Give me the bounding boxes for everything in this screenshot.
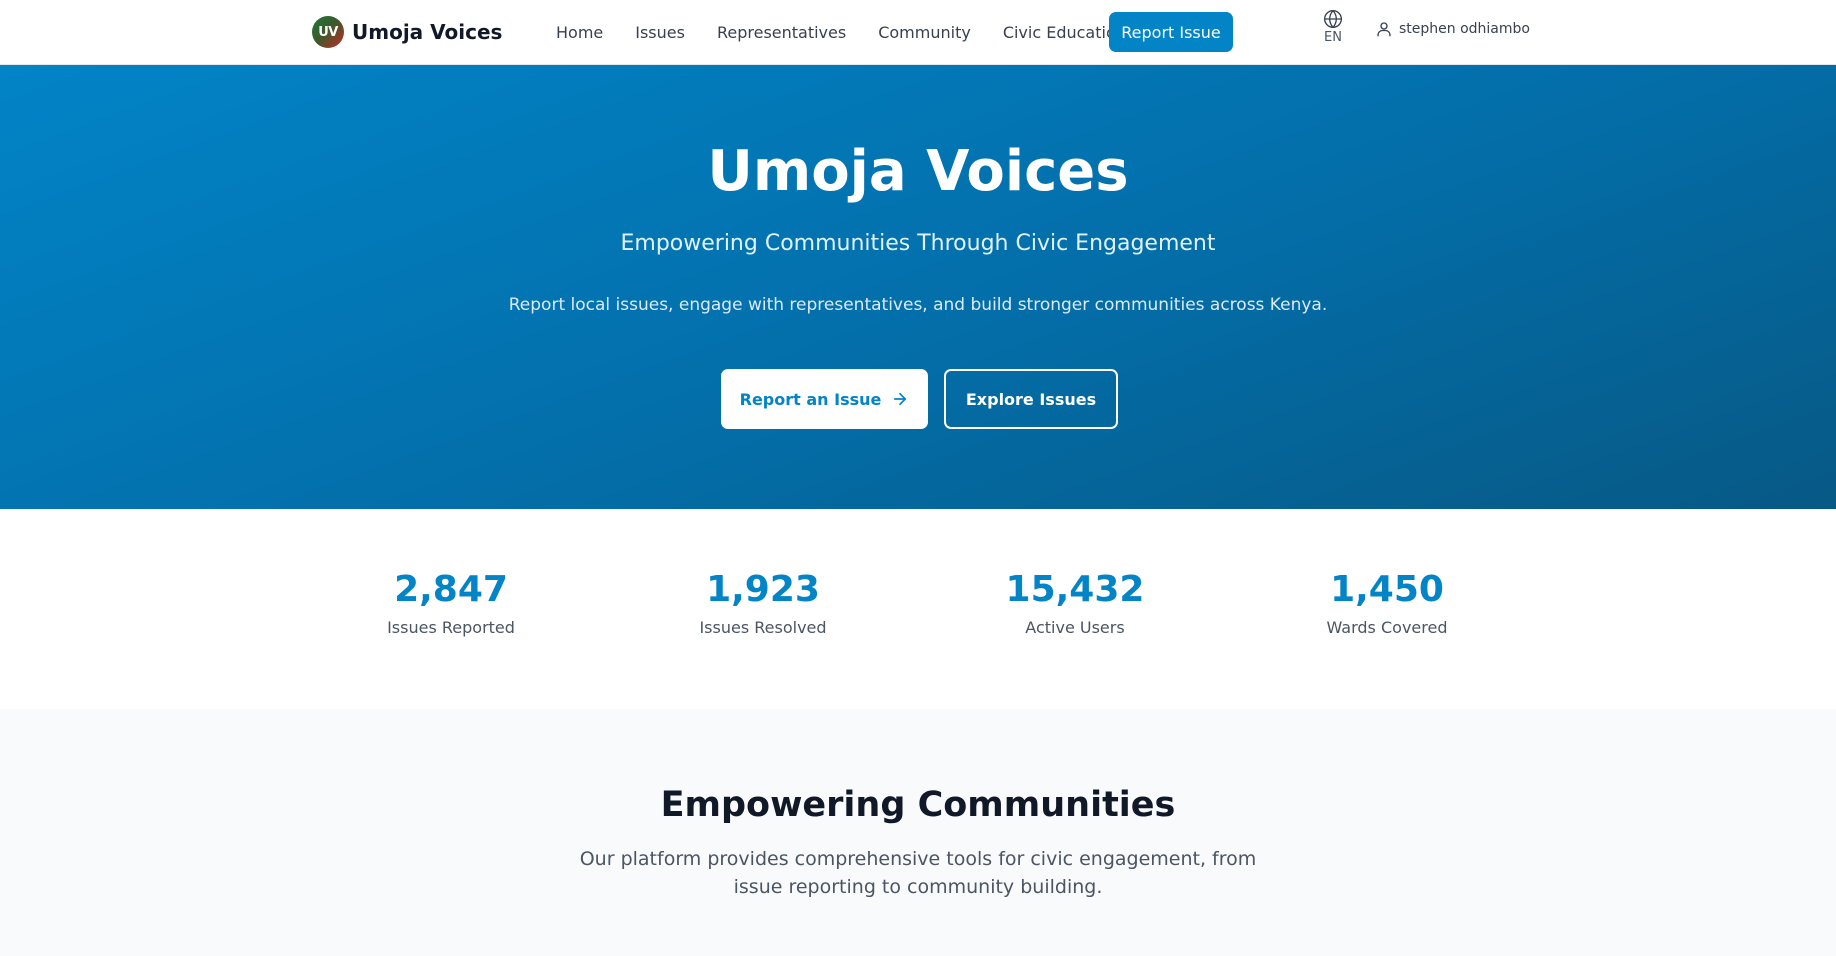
nav-civic-education[interactable]: Civic Education	[1003, 23, 1126, 42]
stat-active-users: 15,432 Active Users	[955, 569, 1195, 637]
stat-value: 1,923	[706, 569, 820, 610]
brand-logo-link[interactable]: UV Umoja Voices	[312, 16, 502, 48]
stat-label: Active Users	[1025, 618, 1125, 637]
report-an-issue-label: Report an Issue	[739, 389, 882, 409]
stat-issues-resolved: 1,923 Issues Resolved	[643, 569, 883, 637]
hero-title: Umoja Voices	[707, 139, 1129, 204]
user-name: stephen odhiambo	[1399, 21, 1530, 37]
report-issue-button[interactable]: Report Issue	[1109, 12, 1233, 52]
stat-label: Issues Reported	[387, 618, 515, 637]
stats-section: 2,847 Issues Reported 1,923 Issues Resol…	[0, 509, 1836, 709]
nav-home[interactable]: Home	[556, 23, 603, 42]
user-menu[interactable]: stephen odhiambo	[1375, 20, 1530, 38]
hero-section: Umoja Voices Empowering Communities Thro…	[0, 65, 1836, 509]
top-navigation-bar: UV Umoja Voices Home Issues Representati…	[0, 0, 1836, 65]
brand-name: Umoja Voices	[352, 20, 503, 44]
main-nav: Home Issues Representatives Community Ci…	[556, 0, 1126, 64]
features-title: Empowering Communities	[660, 785, 1176, 825]
user-icon	[1377, 22, 1391, 37]
stat-issues-reported: 2,847 Issues Reported	[331, 569, 571, 637]
nav-representatives[interactable]: Representatives	[717, 23, 846, 42]
stat-value: 15,432	[1005, 569, 1145, 610]
arrow-right-icon	[894, 392, 907, 406]
language-code: EN	[1324, 30, 1342, 45]
stat-value: 1,450	[1330, 569, 1444, 610]
language-selector[interactable]: EN	[1318, 9, 1348, 45]
nav-issues[interactable]: Issues	[635, 23, 685, 42]
stat-label: Issues Resolved	[699, 618, 827, 637]
stat-wards-covered: 1,450 Wards Covered	[1267, 569, 1507, 637]
features-description: Our platform provides comprehensive tool…	[579, 848, 1257, 898]
globe-icon	[1324, 10, 1342, 29]
nav-community[interactable]: Community	[878, 23, 971, 42]
logo-badge: UV	[312, 16, 344, 48]
hero-subtitle: Empowering Communities Through Civic Eng…	[620, 231, 1216, 256]
hero-description: Report local issues, engage with represe…	[508, 295, 1328, 315]
stat-label: Wards Covered	[1326, 618, 1448, 637]
features-section: Empowering Communities Our platform prov…	[0, 709, 1836, 956]
stat-value: 2,847	[394, 569, 508, 610]
report-an-issue-button[interactable]: Report an Issue	[721, 369, 928, 429]
explore-issues-button[interactable]: Explore Issues	[944, 369, 1118, 429]
